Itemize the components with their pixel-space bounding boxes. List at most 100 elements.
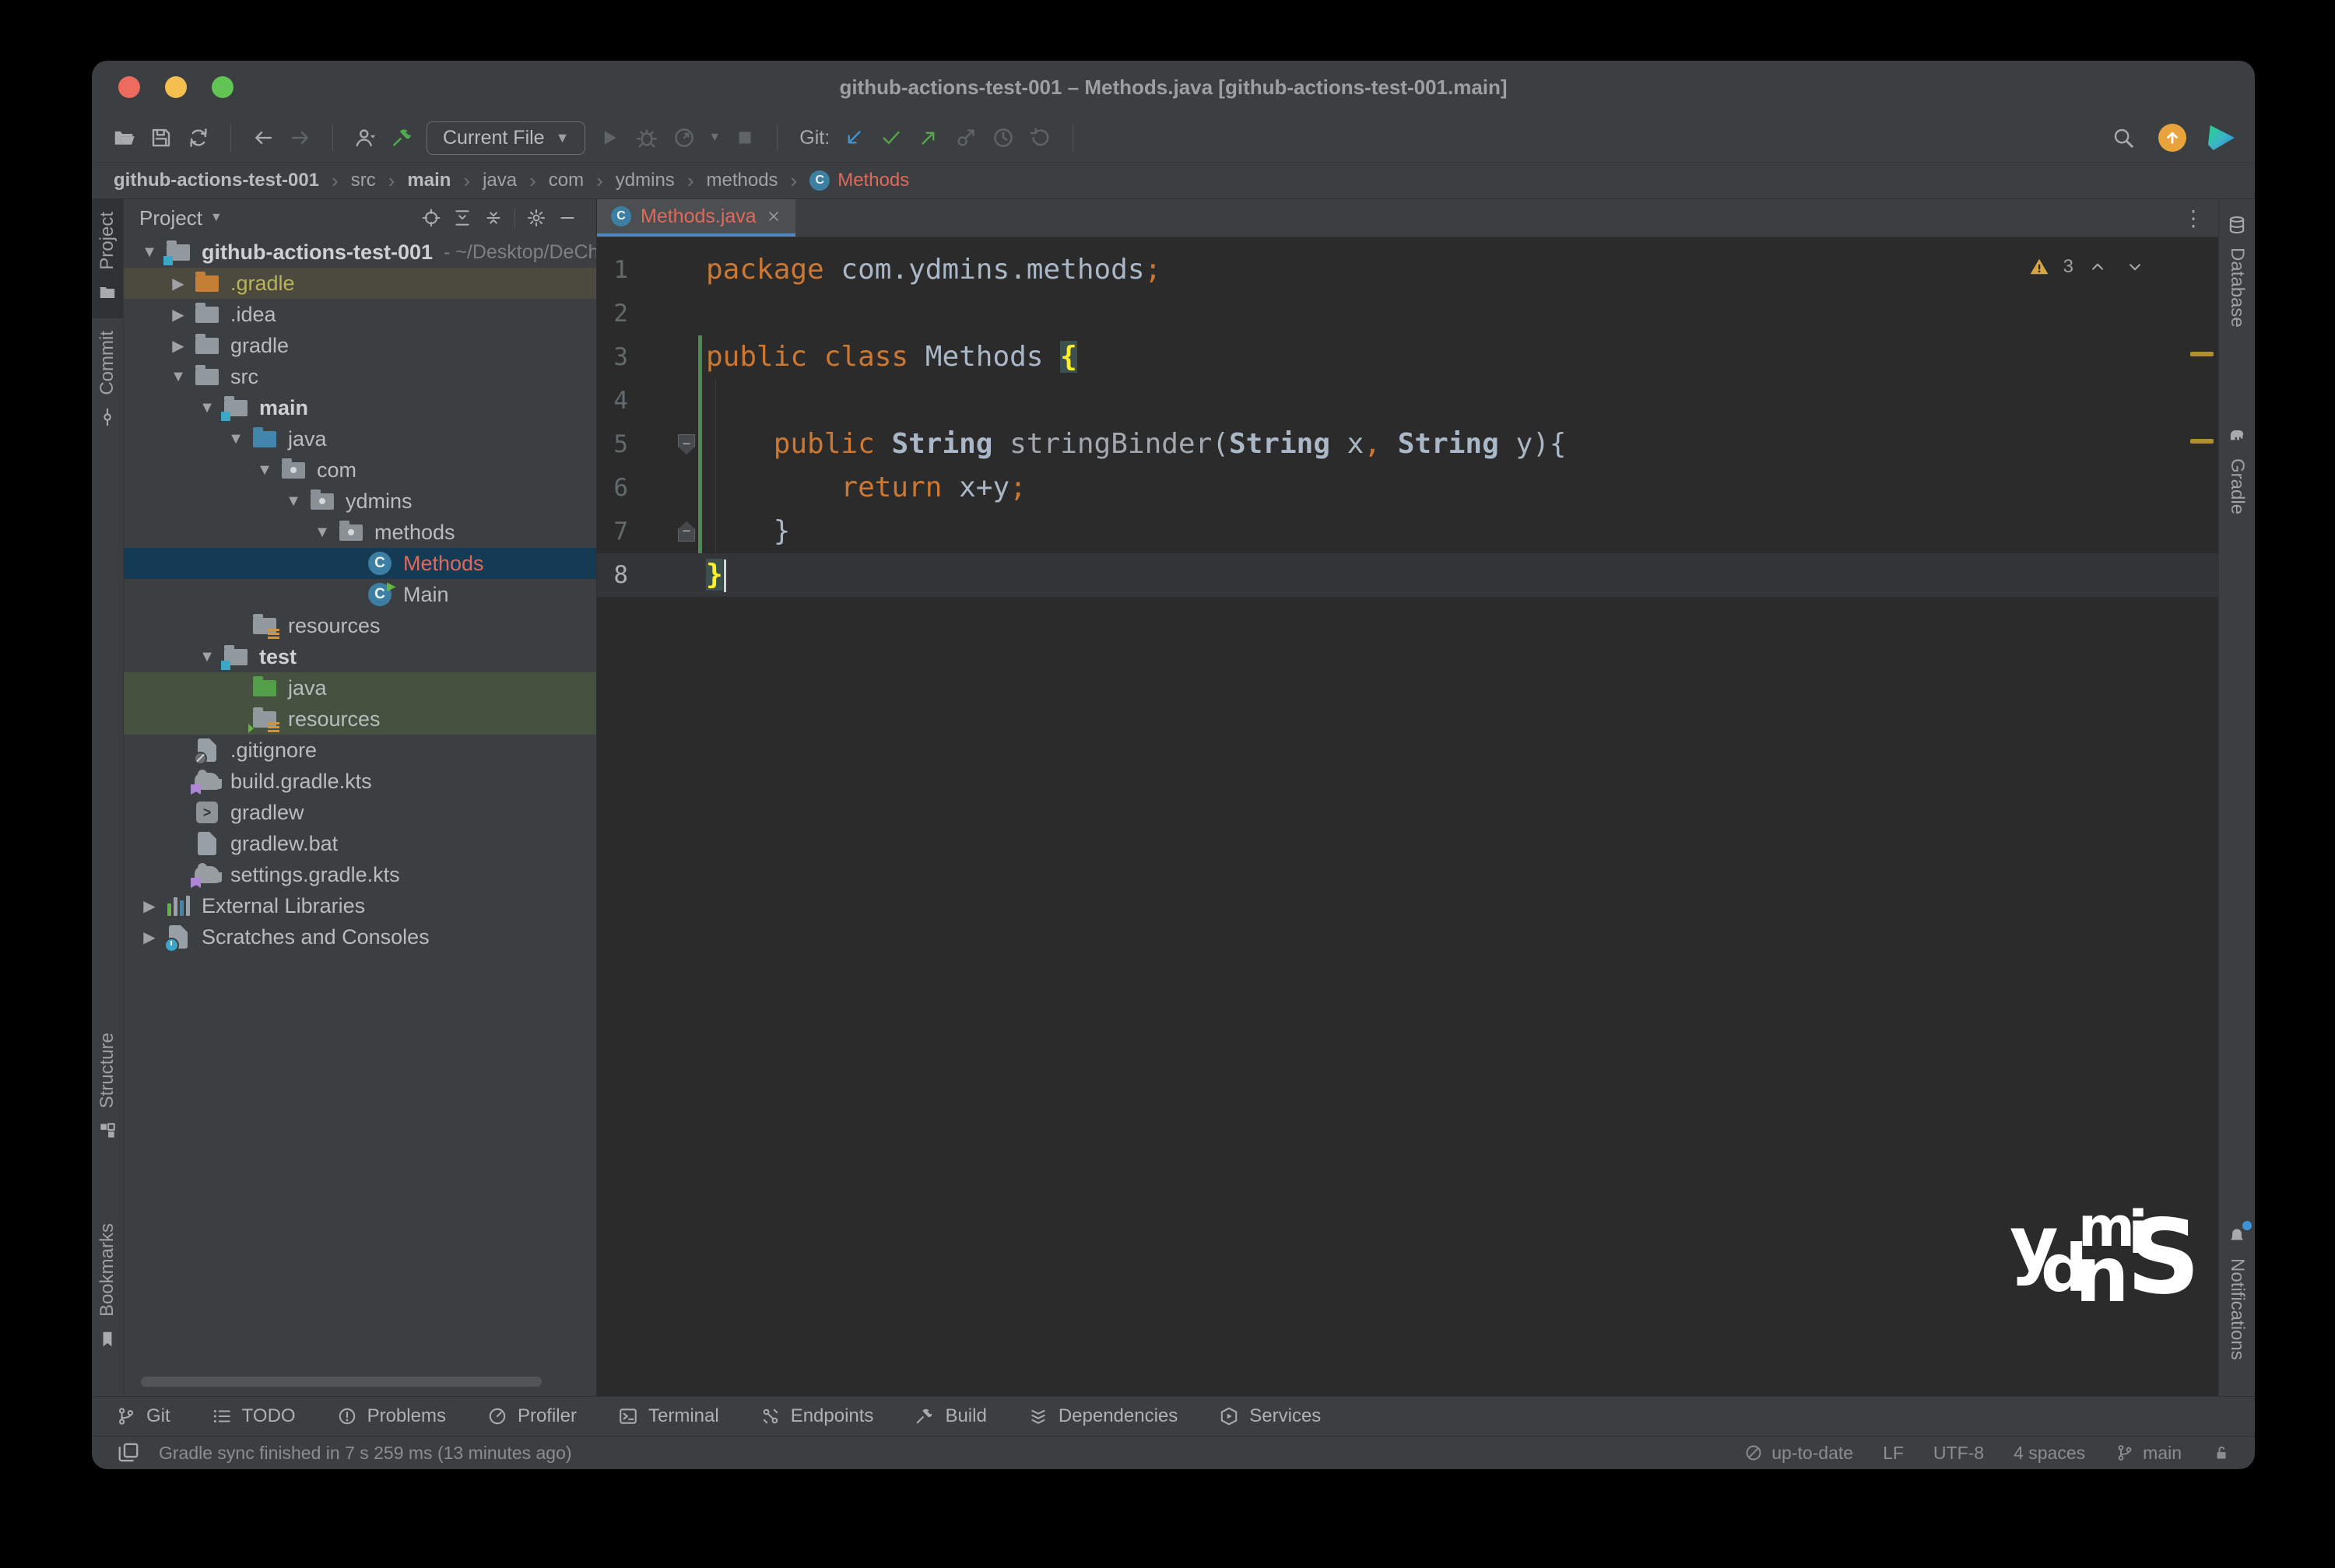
- chevron-down-icon[interactable]: ▼: [192, 399, 222, 417]
- tree-item-scratches-and-consoles[interactable]: ▶Scratches and Consoles: [124, 921, 596, 952]
- tool-stripe-button-bookmarks[interactable]: Bookmarks: [92, 1211, 123, 1365]
- back-icon[interactable]: [250, 125, 276, 151]
- next-problem-icon[interactable]: [2122, 254, 2148, 280]
- code-line-4[interactable]: 4: [597, 379, 2218, 423]
- locate-file-icon[interactable]: [418, 205, 444, 231]
- tree-item-java[interactable]: ▼java: [124, 423, 596, 454]
- breadcrumb-item[interactable]: ydmins: [616, 170, 675, 191]
- gear-icon[interactable]: [523, 205, 550, 231]
- tree-item-build-gradle-kts[interactable]: build.gradle.kts: [124, 766, 596, 797]
- tree-item-main[interactable]: C▶Main: [124, 579, 596, 610]
- collapse-all-icon[interactable]: [480, 205, 507, 231]
- chevron-right-icon[interactable]: ▶: [135, 928, 164, 947]
- breadcrumb-item[interactable]: com: [549, 170, 584, 191]
- breadcrumb-item[interactable]: methods: [706, 170, 778, 191]
- tool-window-button-endpoints[interactable]: Endpoints: [760, 1405, 874, 1427]
- tree-item--gradle[interactable]: ▶.gradle: [124, 268, 596, 299]
- tab-options-kebab-icon[interactable]: ⋮: [2182, 205, 2204, 231]
- chevron-right-icon[interactable]: ▶: [163, 336, 193, 356]
- chevron-right-icon[interactable]: ▶: [163, 305, 193, 324]
- background-tasks-icon[interactable]: [115, 1440, 142, 1466]
- status-item-main[interactable]: main: [2115, 1443, 2182, 1464]
- minimize-window-button[interactable]: [165, 76, 187, 98]
- editor-body[interactable]: 1package com.ydmins.methods;23public cla…: [597, 237, 2218, 1396]
- tree-item--idea[interactable]: ▶.idea: [124, 299, 596, 330]
- breadcrumb-item[interactable]: java: [483, 170, 517, 191]
- expand-all-icon[interactable]: [449, 205, 476, 231]
- code-line-6[interactable]: 6 return x+y;: [597, 466, 2218, 510]
- code-line-3[interactable]: 3public class Methods {: [597, 335, 2218, 379]
- debug-icon[interactable]: [634, 125, 660, 151]
- chevron-down-icon[interactable]: ▼: [210, 211, 223, 225]
- tool-stripe-button-gradle[interactable]: Gradle: [2219, 410, 2255, 527]
- tool-stripe-button-database[interactable]: Database: [2219, 199, 2255, 340]
- tree-item-external-libraries[interactable]: ▶External Libraries: [124, 890, 596, 921]
- tree-item-github-actions-test-001[interactable]: ▼github-actions-test-001- ~/Desktop/DeCh…: [124, 237, 596, 268]
- tree-item-java[interactable]: java: [124, 672, 596, 703]
- stop-icon[interactable]: [732, 125, 758, 151]
- tool-stripe-button-project[interactable]: Project: [92, 199, 123, 318]
- status-item-utf-8[interactable]: UTF-8: [1933, 1443, 1984, 1464]
- chevron-right-icon[interactable]: ▶: [135, 896, 164, 916]
- fold-marker-icon[interactable]: −: [678, 521, 695, 542]
- status-item-lock[interactable]: [2211, 1443, 2231, 1463]
- search-icon[interactable]: [2110, 125, 2137, 151]
- close-window-button[interactable]: [118, 76, 140, 98]
- tree-item-src[interactable]: ▼src: [124, 361, 596, 392]
- chevron-down-icon[interactable]: ▼: [163, 368, 193, 386]
- tree-item-gradlew-bat[interactable]: gradlew.bat: [124, 828, 596, 859]
- code-line-8[interactable]: 8}: [597, 553, 2218, 597]
- tool-window-button-dependencies[interactable]: Dependencies: [1027, 1405, 1178, 1427]
- git-cherry-pick-icon[interactable]: [953, 125, 979, 151]
- chevron-down-icon[interactable]: ▼: [279, 493, 308, 510]
- tree-item--gitignore[interactable]: .gitignore: [124, 735, 596, 766]
- tree-item-ydmins[interactable]: ▼ydmins: [124, 486, 596, 517]
- project-panel-title[interactable]: Project: [139, 206, 202, 230]
- run-configuration-select[interactable]: Current File ▼: [427, 121, 585, 155]
- chevron-right-icon[interactable]: ▶: [163, 274, 193, 293]
- chevron-down-icon[interactable]: ▼: [250, 461, 279, 479]
- run-icon[interactable]: [596, 125, 623, 151]
- status-item-up-to-date[interactable]: up-to-date: [1743, 1443, 1853, 1464]
- chevron-down-icon[interactable]: ▼: [135, 244, 164, 261]
- code-line-7[interactable]: 7− }: [597, 510, 2218, 553]
- code-line-5[interactable]: 5− public String stringBinder(String x, …: [597, 423, 2218, 466]
- tree-item-settings-gradle-kts[interactable]: settings.gradle.kts: [124, 859, 596, 890]
- hide-panel-icon[interactable]: [554, 205, 581, 231]
- build-project-icon[interactable]: [389, 125, 416, 151]
- breadcrumb-item[interactable]: src: [351, 170, 376, 191]
- breadcrumb-item[interactable]: main: [407, 170, 451, 191]
- status-item-4-spaces[interactable]: 4 spaces: [2014, 1443, 2085, 1464]
- chevron-down-icon[interactable]: ▼: [221, 430, 251, 448]
- tree-item-methods[interactable]: ▼methods: [124, 517, 596, 548]
- warning-stripe-mark[interactable]: [2190, 352, 2214, 356]
- open-icon[interactable]: [111, 125, 137, 151]
- status-message[interactable]: Gradle sync finished in 7 s 259 ms (13 m…: [159, 1443, 572, 1464]
- tool-stripe-button-structure[interactable]: Structure: [92, 1020, 123, 1156]
- git-history-icon[interactable]: [990, 125, 1017, 151]
- tree-item-main[interactable]: ▼main: [124, 392, 596, 423]
- tree-item-methods[interactable]: CMethods: [124, 548, 596, 579]
- inspection-widget[interactable]: 3: [2026, 245, 2148, 289]
- chevron-down-icon[interactable]: ▼: [307, 524, 337, 542]
- tool-window-button-build[interactable]: Build: [914, 1405, 986, 1427]
- maximize-window-button[interactable]: [212, 76, 234, 98]
- tool-window-button-todo[interactable]: TODO: [211, 1405, 296, 1427]
- code-line-2[interactable]: 2: [597, 292, 2218, 335]
- tree-item-resources[interactable]: resources: [124, 703, 596, 735]
- profiler-run-icon[interactable]: [671, 125, 697, 151]
- tool-stripe-button-commit[interactable]: Commit: [92, 318, 123, 444]
- close-tab-icon[interactable]: [766, 209, 781, 224]
- tool-window-button-services[interactable]: Services: [1218, 1405, 1321, 1427]
- forward-icon[interactable]: [287, 125, 314, 151]
- git-update-icon[interactable]: [841, 125, 867, 151]
- status-item-lf[interactable]: LF: [1883, 1443, 1904, 1464]
- tool-window-button-terminal[interactable]: Terminal: [617, 1405, 719, 1427]
- tree-item-com[interactable]: ▼com: [124, 454, 596, 486]
- tool-window-button-problems[interactable]: Problems: [336, 1405, 446, 1427]
- tool-window-button-git[interactable]: Git: [115, 1405, 170, 1427]
- prev-problem-icon[interactable]: [2084, 254, 2111, 280]
- chevron-down-icon[interactable]: ▼: [708, 131, 721, 145]
- warning-stripe-mark[interactable]: [2190, 439, 2214, 444]
- git-commit-icon[interactable]: [878, 125, 904, 151]
